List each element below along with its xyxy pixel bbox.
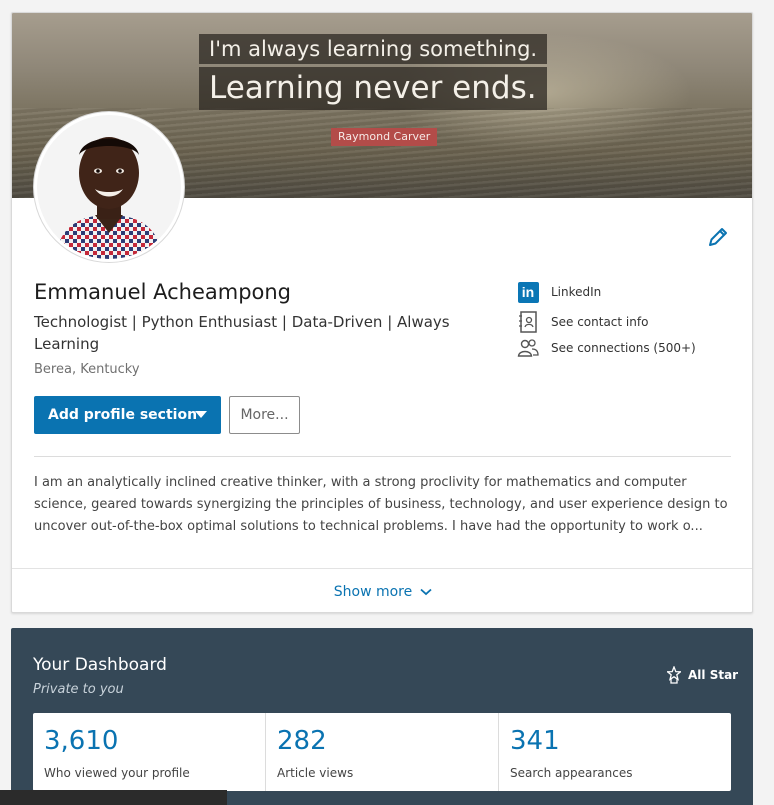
stat-label: Search appearances [510, 766, 633, 780]
profile-headline: Technologist | Python Enthusiast | Data-… [34, 313, 450, 353]
avatar[interactable] [34, 112, 184, 262]
linkedin-link[interactable]: in LinkedIn [517, 281, 601, 303]
linkedin-icon: in [517, 281, 539, 303]
add-profile-section-button[interactable]: Add profile section [34, 396, 221, 434]
dashboard-title: Your Dashboard [33, 655, 167, 675]
profile-location: Berea, Kentucky [34, 362, 140, 377]
show-more-button[interactable]: Show more [12, 568, 752, 612]
connections-link[interactable]: See connections (500+) [517, 337, 696, 359]
add-profile-section-label: Add profile section [48, 407, 198, 423]
all-star-label: All Star [688, 668, 739, 682]
summary-line: uncover out-of-the-box optimal solutions… [34, 519, 703, 534]
caret-down-icon [195, 411, 207, 418]
contact-info-label: See contact info [551, 315, 649, 329]
stat-profile-views[interactable]: 3,610 Who viewed your profile [33, 713, 266, 791]
profile-card: I'm always learning something. Learning … [11, 12, 753, 613]
stat-label: Article views [277, 766, 354, 780]
edit-profile-button[interactable] [706, 225, 730, 249]
connections-label: See connections (500+) [551, 341, 696, 355]
chevron-down-icon [420, 588, 432, 595]
dashboard-panel: Your Dashboard Private to you All Star 3… [11, 628, 753, 805]
star-icon [667, 666, 681, 684]
banner-author-tag: Raymond Carver [331, 128, 438, 146]
more-button[interactable]: More... [229, 396, 300, 434]
stat-article-views[interactable]: 282 Article views [266, 713, 499, 791]
linkedin-label: LinkedIn [551, 285, 602, 299]
banner-quote-line1: I'm always learning something. [199, 34, 548, 64]
show-more-label: Show more [333, 583, 413, 600]
stat-value: 282 [277, 726, 327, 756]
people-icon [517, 337, 539, 359]
profile-name: Emmanuel Acheampong [34, 280, 292, 304]
summary-line: I am an analytically inclined creative t… [34, 475, 687, 490]
dashboard-subtitle: Private to you [33, 682, 124, 697]
bottom-overlay-bar [0, 790, 227, 805]
stat-value: 3,610 [44, 726, 119, 756]
divider [34, 456, 731, 457]
stat-search-appearances[interactable]: 341 Search appearances [499, 713, 731, 791]
all-star-badge[interactable]: All Star [667, 666, 738, 684]
summary-line: science, geared towards synergizing the … [34, 497, 728, 512]
contact-info-link[interactable]: See contact info [517, 311, 648, 333]
banner-quote-line2: Learning never ends. [199, 67, 547, 110]
profile-summary: I am an analytically inclined creative t… [34, 472, 734, 538]
pencil-icon [709, 228, 727, 246]
stat-label: Who viewed your profile [44, 766, 190, 780]
contact-card-icon [517, 311, 539, 333]
stat-value: 341 [510, 726, 560, 756]
dashboard-stats: 3,610 Who viewed your profile 282 Articl… [33, 713, 731, 791]
